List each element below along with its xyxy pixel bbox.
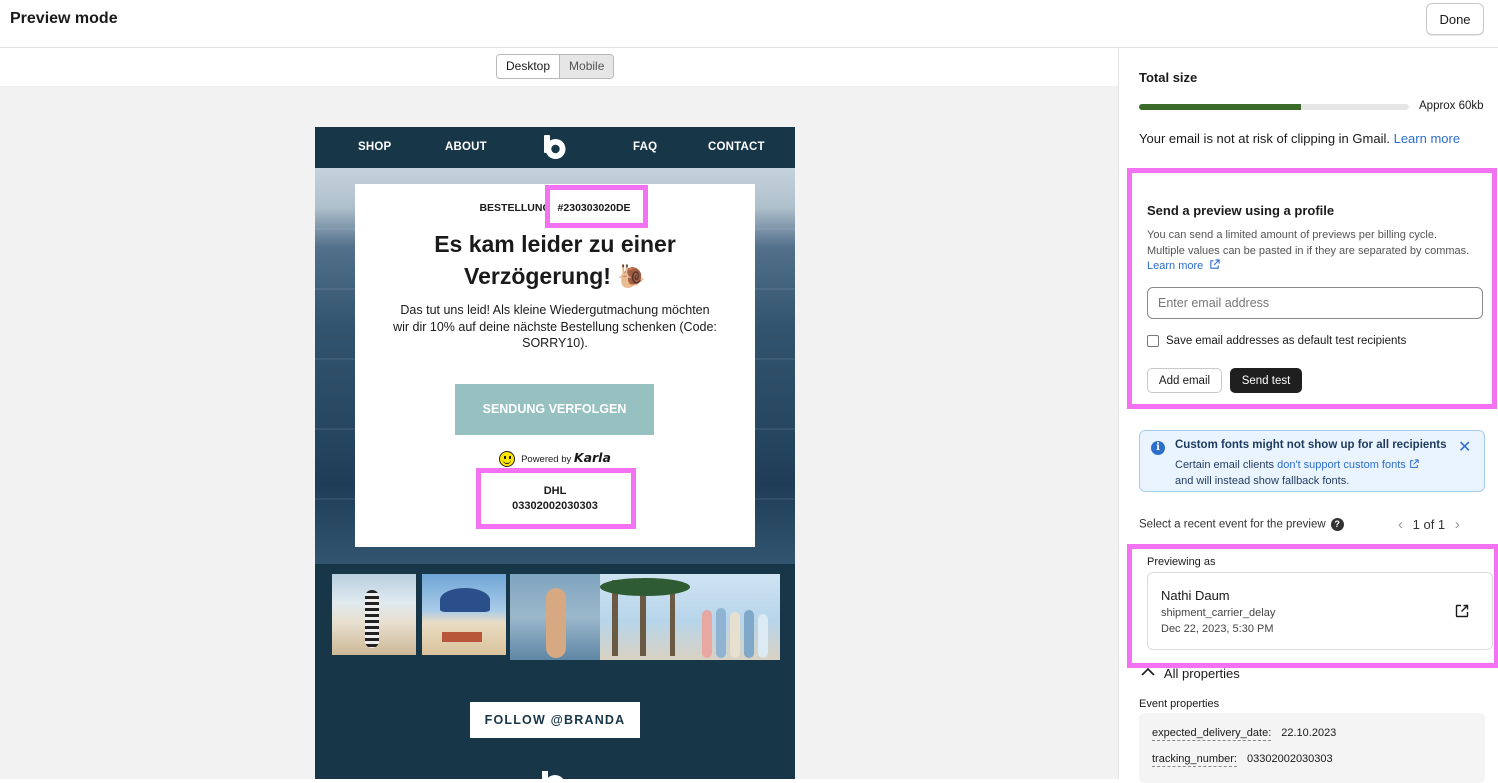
hero-ocean-image: BESTELLUNG #230303020DE Es kam leider zu… (315, 168, 795, 564)
karla-logo: Karla (573, 450, 611, 465)
size-progress-bar (1139, 104, 1409, 110)
default-recipients-checkbox[interactable] (1147, 335, 1159, 347)
track-shipment-button[interactable]: SENDUNG VERFOLGEN (455, 384, 654, 435)
chevron-right-icon[interactable]: › (1455, 516, 1460, 533)
nav-about[interactable]: ABOUT (445, 141, 487, 153)
mobile-toggle[interactable]: Mobile (560, 55, 614, 78)
property-row: tracking_number: 03302002030303 (1152, 753, 1333, 767)
send-preview-description: You can send a limited amount of preview… (1147, 229, 1470, 257)
send-preview-title: Send a preview using a profile (1147, 203, 1335, 218)
email-content-card: BESTELLUNG #230303020DE Es kam leider zu… (355, 184, 755, 547)
settings-panel: Total size Approx 60kb Your email is not… (1118, 48, 1498, 783)
email-canvas: SHOP ABOUT FAQ CONTACT BESTELLUNG #23030… (315, 127, 795, 779)
all-properties-toggle[interactable]: All properties (1141, 666, 1240, 681)
send-preview-section: Send a preview using a profile You can s… (1127, 168, 1497, 409)
photo-umbrella (422, 574, 506, 655)
view-toggle: Desktop Mobile (496, 54, 615, 79)
clipping-learn-more-link[interactable]: Learn more (1394, 131, 1460, 146)
email-preview-pane: Desktop Mobile SHOP ABOUT FAQ CONTACT BE… (0, 48, 1118, 779)
property-row: expected_delivery_date: 22.10.2023 (1152, 727, 1337, 741)
banner-text: Certain email clients don't support cust… (1175, 457, 1465, 489)
custom-fonts-banner: i Custom fonts might not show up for all… (1139, 430, 1485, 492)
photo-palms-surfboards (600, 574, 780, 660)
send-test-button[interactable]: Send test (1230, 368, 1302, 393)
chevron-up-icon (1141, 667, 1155, 676)
footer-logo-icon (542, 771, 563, 779)
external-link-icon (1210, 259, 1220, 269)
custom-fonts-link[interactable]: don't support custom fonts (1277, 459, 1406, 471)
property-key: expected_delivery_date: (1152, 727, 1272, 741)
desktop-toggle[interactable]: Desktop (497, 55, 561, 78)
event-properties-label: Event properties (1139, 698, 1220, 710)
nav-shop[interactable]: SHOP (358, 141, 391, 153)
size-progress-fill (1139, 104, 1301, 110)
property-value: 03302002030303 (1247, 753, 1333, 765)
chevron-left-icon[interactable]: ‹ (1398, 516, 1403, 533)
photo-strip (332, 574, 780, 660)
total-size-label: Total size (1139, 70, 1198, 85)
nav-faq[interactable]: FAQ (633, 141, 657, 153)
previewing-as-label: Previewing as (1147, 556, 1216, 568)
default-recipients-checkbox-row[interactable]: Save email addresses as default test rec… (1147, 335, 1406, 347)
page-title: Preview mode (10, 10, 118, 27)
banner-title: Custom fonts might not show up for all r… (1175, 439, 1447, 451)
close-icon[interactable]: ✕ (1458, 437, 1471, 457)
brand-logo-icon (544, 135, 566, 159)
nav-contact[interactable]: CONTACT (708, 141, 765, 153)
smiley-icon (499, 451, 516, 468)
order-prefix: BESTELLUNG (479, 202, 551, 214)
approx-size: Approx 60kb (1419, 100, 1484, 112)
email-body-text: Das tut uns leid! Als kleine Wiedergutma… (393, 303, 717, 350)
follow-button[interactable]: FOLLOW @BRANDA (470, 702, 640, 738)
email-headline: Es kam leider zu einer Verzögerung! 🐌 (434, 231, 676, 289)
clipping-status: Your email is not at risk of clipping in… (1139, 131, 1461, 146)
property-key: tracking_number: (1152, 753, 1237, 767)
property-value: 22.10.2023 (1281, 727, 1337, 739)
top-bar: Preview mode Done (0, 0, 1498, 48)
powered-by: Powered by Karla (355, 450, 755, 468)
open-external-icon[interactable] (1454, 603, 1470, 619)
add-email-button[interactable]: Add email (1147, 368, 1222, 393)
photo-swimsuit-beach (332, 574, 416, 655)
event-pager: ‹ 1 of 1 › (1398, 516, 1460, 533)
send-preview-learn-more-link[interactable]: Learn more (1147, 259, 1220, 272)
order-number-highlight (545, 185, 648, 228)
previewing-as-section: Previewing as Nathi Daum shipment_carrie… (1127, 544, 1498, 668)
photo-swimwear-model (510, 574, 600, 660)
event-date: Dec 22, 2023, 5:30 PM (1161, 623, 1274, 635)
view-toggle-strip: Desktop Mobile (0, 48, 1118, 86)
done-button[interactable]: Done (1426, 3, 1484, 35)
info-icon: i (1151, 441, 1165, 455)
default-recipients-label: Save email addresses as default test rec… (1166, 335, 1407, 347)
external-link-icon (1410, 459, 1419, 468)
tracking-highlight (476, 468, 636, 529)
profile-card[interactable]: Nathi Daum shipment_carrier_delay Dec 22… (1147, 572, 1493, 650)
event-properties-list: expected_delivery_date: 22.10.2023 tracki… (1139, 713, 1485, 783)
pager-count: 1 of 1 (1412, 517, 1446, 532)
email-nav: SHOP ABOUT FAQ CONTACT (315, 127, 795, 168)
help-icon[interactable]: ? (1330, 518, 1344, 531)
profile-name: Nathi Daum (1161, 588, 1230, 603)
event-name: shipment_carrier_delay (1161, 607, 1276, 619)
email-address-input[interactable] (1147, 287, 1483, 319)
